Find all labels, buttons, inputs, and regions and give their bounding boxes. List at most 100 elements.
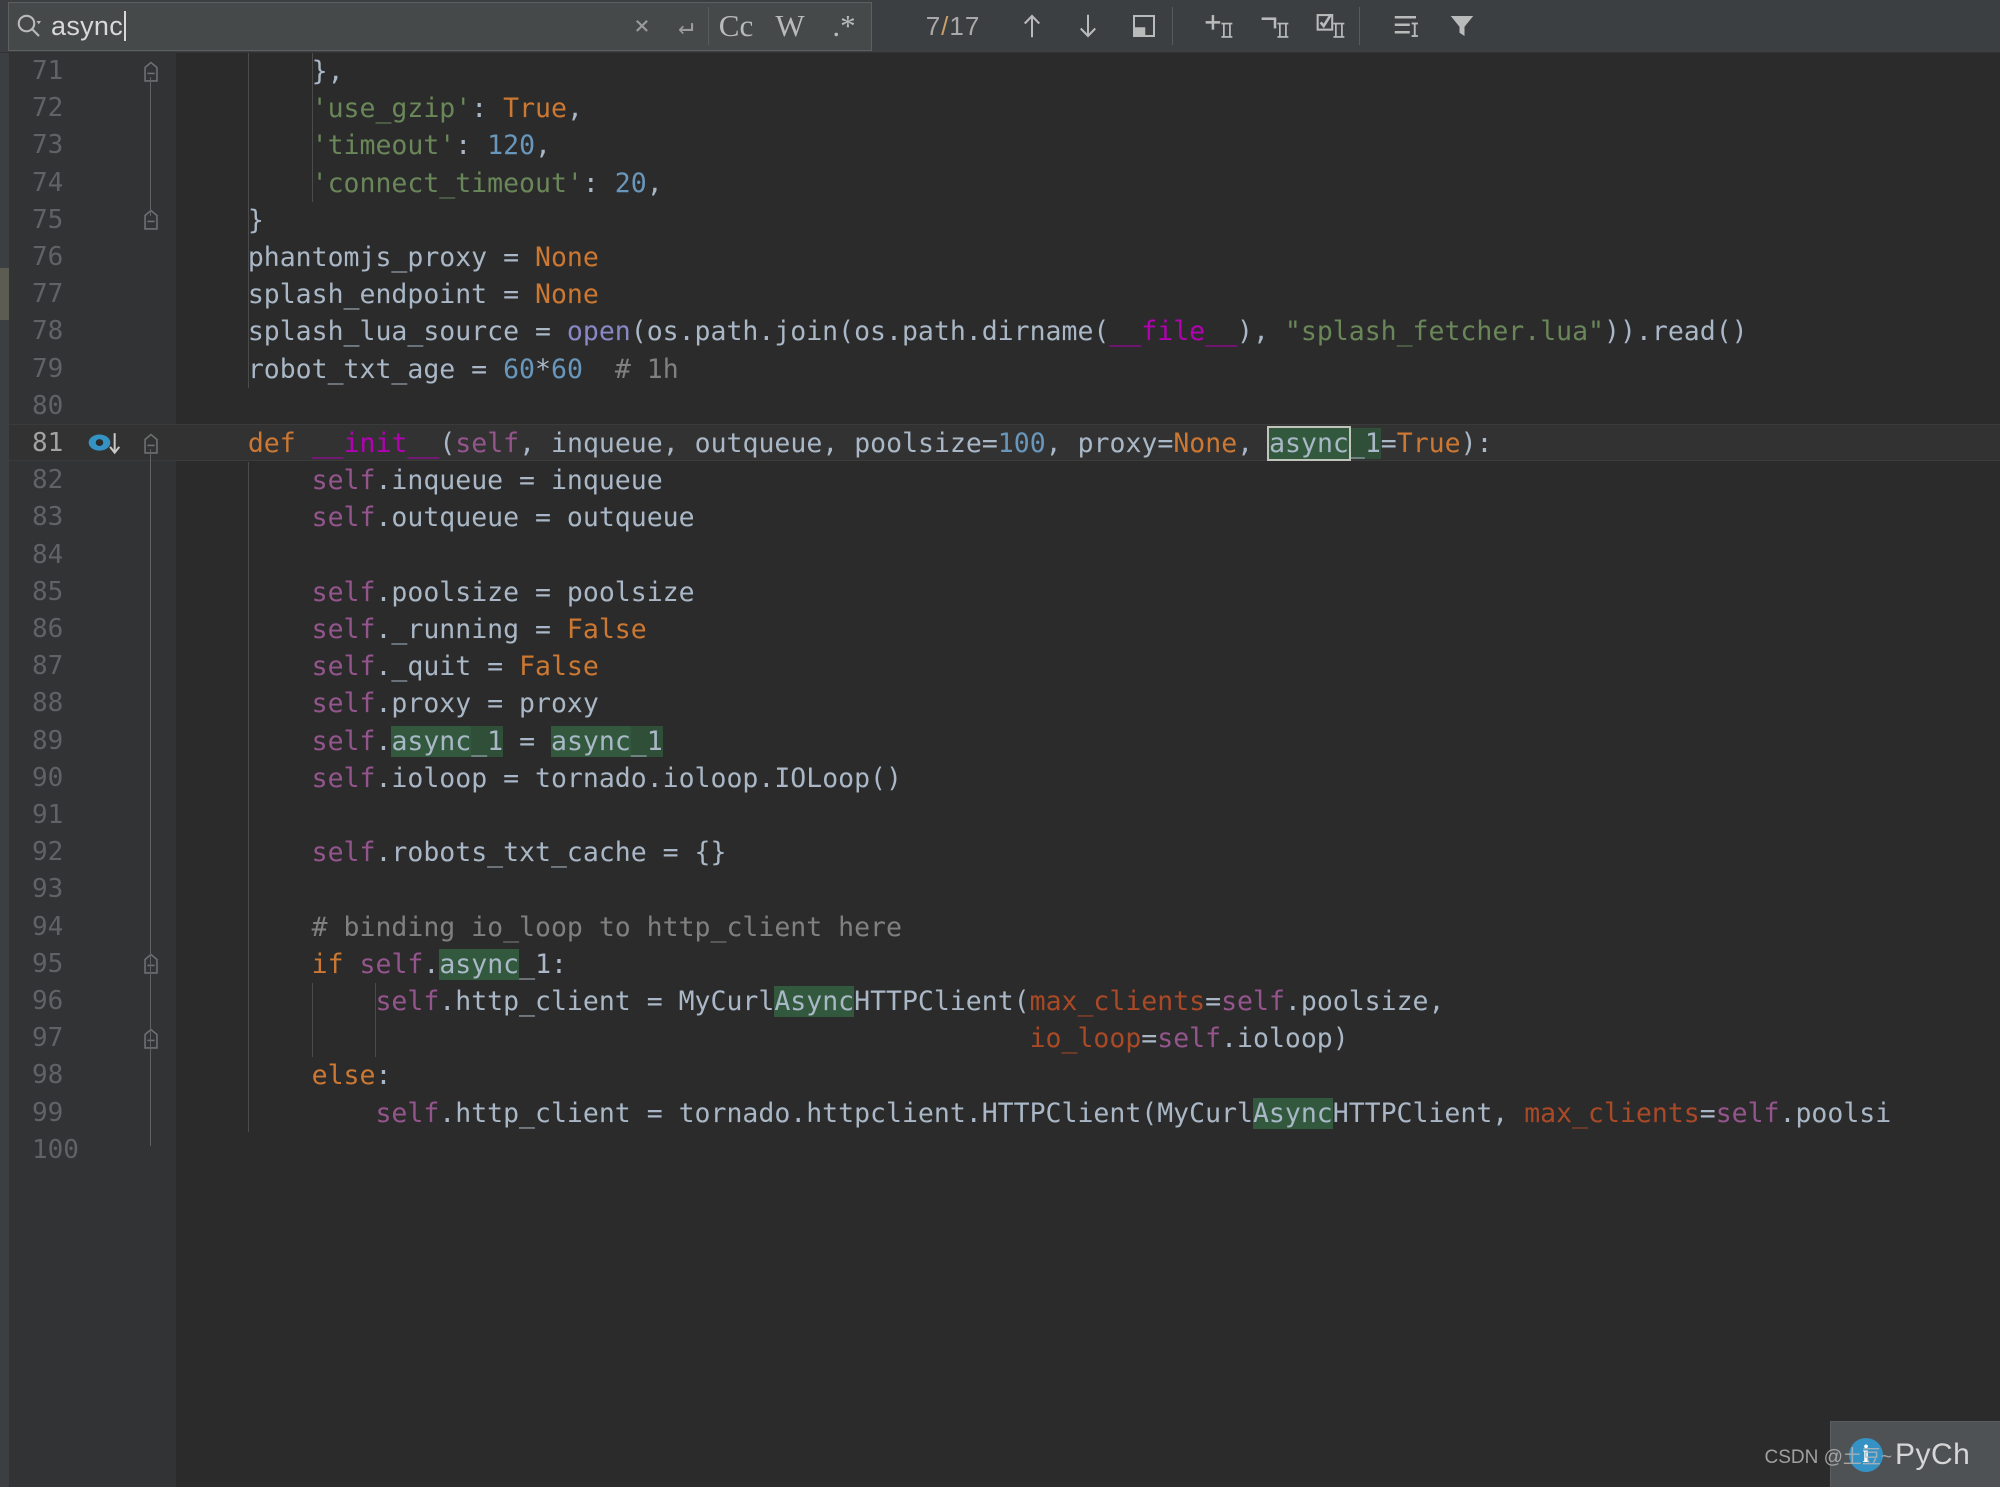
code-folding-marker[interactable] (140, 1020, 162, 1057)
code-line[interactable]: splash_endpoint = None (176, 276, 599, 313)
select-all-occurrences-icon[interactable] (1303, 2, 1359, 51)
search-input[interactable]: async (49, 11, 620, 42)
code-token: False (567, 614, 647, 645)
code-line[interactable]: self.http_client = MyCurlAsyncHTTPClient… (176, 983, 1444, 1020)
find-previous-button[interactable] (1004, 2, 1060, 51)
code-line[interactable]: splash_lua_source = open(os.path.join(os… (176, 313, 1748, 350)
code-line[interactable]: else: (176, 1057, 391, 1094)
lines-with-caret-icon[interactable] (1378, 2, 1434, 51)
code-token: 120 (487, 130, 535, 161)
code-token (1253, 428, 1269, 459)
code-line[interactable] (176, 537, 184, 574)
code-token: self (1221, 986, 1285, 1017)
code-line[interactable] (176, 388, 184, 425)
code-token: .outqueue = outqueue (375, 502, 694, 533)
indent-guide (312, 983, 313, 1057)
code-line[interactable]: io_loop=self.ioloop) (176, 1020, 1349, 1057)
code-line[interactable]: self.inqueue = inqueue (176, 462, 663, 499)
code-token: .http_client = MyCurl (439, 986, 774, 1017)
code-token: if (312, 949, 344, 980)
match-case-toggle[interactable]: Cc (709, 2, 763, 51)
code-line[interactable]: } (176, 202, 264, 239)
code-line[interactable] (176, 1132, 184, 1169)
code-line[interactable]: phantomjs_proxy = None (176, 239, 599, 276)
code-token: self (375, 986, 439, 1017)
code-token: None (1173, 428, 1237, 459)
code-folding-marker[interactable] (140, 53, 162, 90)
folding-region-line (150, 449, 151, 1146)
code-line[interactable]: if self.async_1: (176, 946, 567, 983)
code-editor[interactable]: 7172737475767778798081828384858687888990… (0, 53, 2000, 1487)
code-token: outqueue (679, 428, 823, 459)
code-line[interactable]: self.outqueue = outqueue (176, 499, 695, 536)
clear-search-button[interactable]: × (620, 2, 664, 51)
words-toggle[interactable]: W (763, 2, 817, 51)
code-line[interactable]: 'connect_timeout': 20, (176, 165, 663, 202)
code-line[interactable]: 'use_gzip': True, (176, 90, 583, 127)
override-method-icon[interactable] (87, 425, 127, 462)
code-token: 60 (503, 354, 535, 385)
code-token: = (1205, 986, 1221, 1017)
search-match: async (1269, 428, 1349, 459)
editor-vertical-scrollbar-track[interactable] (0, 53, 9, 1487)
code-token: self (312, 651, 376, 682)
code-line[interactable]: }, (176, 53, 344, 90)
code-token: ._quit = (375, 651, 519, 682)
code-token: robot_txt_age = (184, 354, 503, 385)
search-input-wrapper[interactable]: async × ↵ Cc W .* (8, 2, 872, 51)
code-token: 'connect_timeout' (312, 168, 583, 199)
text-caret (124, 11, 126, 41)
code-token: , (1237, 428, 1253, 459)
code-line[interactable]: robot_txt_age = 60*60 # 1h (176, 351, 679, 388)
regex-toggle[interactable]: .* (817, 2, 871, 51)
code-line[interactable]: self.proxy = proxy (176, 685, 599, 722)
line-number: 80 (9, 388, 176, 425)
add-occurrence-icon[interactable] (1191, 2, 1247, 51)
code-token: ): (1461, 428, 1493, 459)
code-token: . (423, 949, 439, 980)
search-history-button[interactable]: ↵ (664, 2, 708, 51)
code-line[interactable]: # binding io_loop to http_client here (176, 909, 902, 946)
code-token: , (1253, 316, 1269, 347)
code-line[interactable]: self.ioloop = tornado.ioloop.IOLoop() (176, 760, 902, 797)
find-next-button[interactable] (1060, 2, 1116, 51)
editor-vertical-scrollbar-thumb[interactable] (0, 268, 9, 320)
code-token (583, 354, 615, 385)
code-folding-marker[interactable] (140, 946, 162, 983)
code-content[interactable]: }, 'use_gzip': True, 'timeout': 120, 'co… (176, 53, 2000, 1487)
remove-occurrence-icon[interactable] (1247, 2, 1303, 51)
code-token: , (1492, 1098, 1508, 1129)
toolbar-divider-2 (1172, 7, 1173, 45)
indent-guide (248, 462, 249, 1132)
code-token: 100 (998, 428, 1046, 459)
code-line[interactable]: self.async_1 = async_1 (176, 723, 663, 760)
notification-title: PyCh (1895, 1438, 1970, 1472)
code-line[interactable]: self.http_client = tornado.httpclient.HT… (176, 1095, 1891, 1132)
code-line[interactable] (176, 871, 184, 908)
search-match: Async (1253, 1098, 1333, 1129)
funnel-filter-icon[interactable] (1434, 2, 1490, 51)
code-token: self (1157, 1023, 1221, 1054)
code-token: : (455, 130, 487, 161)
code-token: self (312, 688, 376, 719)
code-line[interactable]: self._quit = False (176, 648, 599, 685)
indent-guide (375, 983, 376, 1057)
search-icon[interactable] (9, 11, 49, 41)
code-line[interactable]: self._running = False (176, 611, 647, 648)
code-line[interactable]: 'timeout': 120, (176, 127, 551, 164)
code-line[interactable]: def __init__(self, inqueue, outqueue, po… (176, 425, 1493, 462)
code-token (344, 949, 360, 980)
code-folding-marker[interactable] (140, 425, 162, 462)
code-line[interactable] (176, 797, 184, 834)
code-line[interactable]: self.poolsize = poolsize (176, 574, 695, 611)
code-folding-marker[interactable] (140, 202, 162, 239)
editor-gutter[interactable]: 7172737475767778798081828384858687888990… (9, 53, 176, 1487)
select-in-editor-button[interactable] (1116, 2, 1172, 51)
code-token: = (1700, 1098, 1716, 1129)
code-token: self (312, 502, 376, 533)
code-line[interactable]: self.robots_txt_cache = {} (176, 834, 726, 871)
code-token: self (312, 837, 376, 868)
match-counter-total: 17 (949, 11, 980, 41)
code-token: # binding io_loop to http_client here (312, 912, 902, 943)
code-token: (os.path.join(os.path.dirname( (631, 316, 1110, 347)
